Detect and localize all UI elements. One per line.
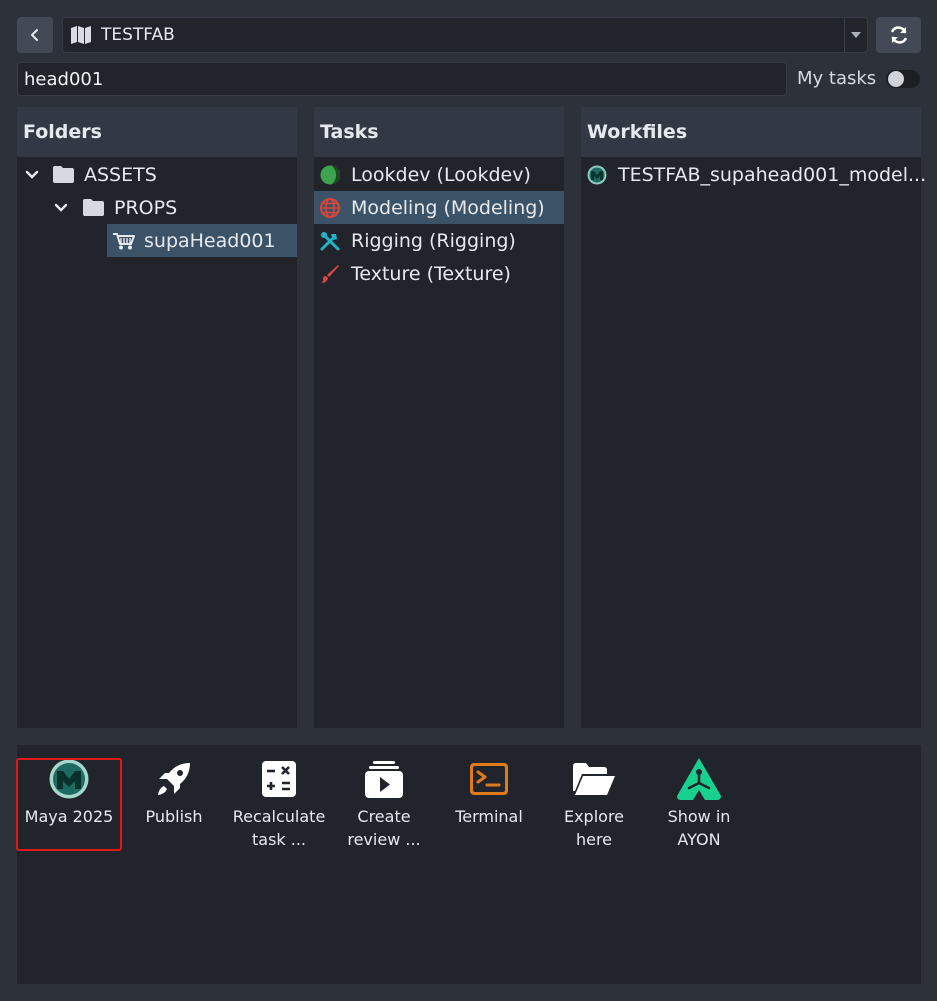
map-icon <box>71 26 91 44</box>
task-label: Lookdev (Lookdev) <box>351 163 531 186</box>
search-input[interactable] <box>17 62 787 96</box>
cart-icon <box>113 232 135 249</box>
action-explore-here[interactable]: Explore here <box>544 757 644 851</box>
terminal-icon <box>470 763 508 795</box>
folder-icon <box>53 166 74 183</box>
calculator-icon <box>262 761 296 797</box>
action-publish[interactable]: Publish <box>124 757 224 828</box>
brush-icon <box>321 264 339 283</box>
workfiles-panel: Workfiles TESTFAB_supahead001_model... <box>581 107 926 728</box>
task-label: Rigging (Rigging) <box>351 229 516 252</box>
actions-panel: Maya 2025 Publish Recalculate task ... C… <box>16 745 921 984</box>
chevron-down-icon <box>54 203 68 212</box>
video-icon <box>365 761 403 798</box>
rocket-icon <box>158 763 190 795</box>
folder-label: ASSETS <box>84 163 157 186</box>
chevron-down-icon <box>25 170 39 179</box>
task-item-lookdev[interactable]: Lookdev (Lookdev) <box>314 158 564 191</box>
project-dropdown-arrow[interactable] <box>844 18 867 52</box>
folder-icon <box>83 199 104 216</box>
workfile-label: TESTFAB_supahead001_model... <box>618 163 927 186</box>
ayon-icon <box>677 758 721 800</box>
action-label: Recalculate task ... <box>232 807 326 849</box>
action-label: Create review ... <box>347 807 421 849</box>
task-item-texture[interactable]: Texture (Texture) <box>314 257 564 290</box>
tasks-header: Tasks <box>314 107 564 157</box>
maya-icon <box>587 165 607 184</box>
tools-icon <box>320 231 340 250</box>
folder-label: supaHead001 <box>144 229 276 252</box>
task-item-modeling[interactable]: Modeling (Modeling) <box>314 191 564 224</box>
action-terminal[interactable]: Terminal <box>439 757 539 828</box>
action-label: Publish <box>145 807 203 826</box>
chevron-left-icon <box>31 29 38 41</box>
task-item-rigging[interactable]: Rigging (Rigging) <box>314 224 564 257</box>
action-label: Show in AYON <box>667 807 731 849</box>
globe-icon <box>320 197 340 218</box>
folder-label: PROPS <box>114 196 178 219</box>
workfiles-header: Workfiles <box>581 107 921 157</box>
refresh-button[interactable] <box>876 17 921 53</box>
folder-item-supahead001[interactable]: supaHead001 <box>107 224 297 257</box>
task-label: Texture (Texture) <box>351 262 511 285</box>
back-button[interactable] <box>17 17 53 53</box>
project-name: TESTFAB <box>101 25 175 45</box>
folders-header: Folders <box>17 107 297 157</box>
tasks-panel: Tasks Lookdev (Lookdev) Modeling (Modeli… <box>314 107 564 728</box>
action-show-in-ayon[interactable]: Show in AYON <box>649 757 749 851</box>
folders-panel: Folders ASSETS PROPS supaHead001 <box>17 107 297 728</box>
moon-icon <box>320 165 340 184</box>
folder-item-assets[interactable]: ASSETS <box>17 158 297 191</box>
selection-highlight <box>16 758 122 851</box>
project-selector[interactable]: TESTFAB <box>62 17 868 53</box>
task-label: Modeling (Modeling) <box>351 196 545 219</box>
action-label: Explore here <box>563 807 625 849</box>
folder-open-icon <box>573 763 615 795</box>
folder-item-props[interactable]: PROPS <box>17 191 297 224</box>
my-tasks-toggle[interactable] <box>886 70 920 88</box>
action-label: Terminal <box>455 807 523 826</box>
caret-down-icon <box>851 32 861 38</box>
action-create-review[interactable]: Create review ... <box>334 757 434 851</box>
action-maya-2025[interactable]: Maya 2025 <box>16 757 122 851</box>
my-tasks-label: My tasks <box>797 68 877 89</box>
workfile-item[interactable]: TESTFAB_supahead001_model... <box>581 158 926 191</box>
toggle-knob <box>888 71 904 87</box>
refresh-icon <box>890 26 907 44</box>
action-recalculate-task[interactable]: Recalculate task ... <box>229 757 329 851</box>
